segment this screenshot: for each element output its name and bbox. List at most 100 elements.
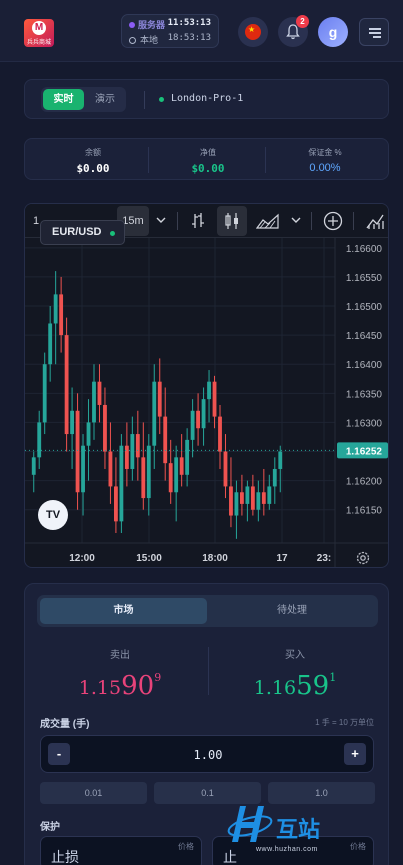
account-bar: 实时 演示 London-Pro-1 [24, 79, 389, 119]
watermark-logo-icon [227, 806, 273, 842]
last-price-label: 1.16252 [346, 446, 383, 457]
account-mode-toggle: 实时 演示 [41, 87, 126, 112]
candle-body [168, 463, 173, 493]
divider [144, 91, 145, 109]
indicators-icon[interactable] [365, 212, 385, 230]
candle-body [245, 486, 250, 504]
chevron-down-icon[interactable] [156, 217, 166, 225]
candle-body [163, 416, 168, 464]
x-tick-label: 23: [317, 553, 331, 564]
connection-status-icon [159, 97, 164, 102]
candle-body [64, 335, 69, 435]
candle-body [267, 486, 272, 504]
candle-body [124, 445, 129, 469]
clock-icon [129, 37, 136, 44]
app-logo[interactable]: M 兵兵商城 [24, 19, 54, 47]
candle-body [135, 434, 140, 458]
stop-loss-label: 止损 [51, 849, 79, 865]
candles-button[interactable] [217, 206, 247, 236]
avatar[interactable]: g [318, 17, 348, 47]
order-type-tabs: 市场 待处理 [37, 595, 378, 627]
watermark: 互站 www.huzhan.com [222, 800, 392, 860]
server-name[interactable]: London-Pro-1 [171, 93, 243, 104]
candle-body [113, 486, 118, 522]
candle-body [234, 492, 239, 516]
candlestick-icon [225, 213, 238, 229]
tab-pending[interactable]: 待处理 [209, 598, 375, 624]
tab-market[interactable]: 市场 [40, 598, 207, 624]
balance-cell: 余额 $0.00 [33, 147, 153, 175]
y-tick-label: 1.16400 [346, 360, 383, 371]
candlestick-plot[interactable]: 1.16600 1.16550 1.16500 1.16450 1.16400 1.163… [25, 238, 389, 568]
y-tick-label: 1.16300 [346, 418, 383, 429]
volume-input[interactable]: 1.00 [81, 736, 335, 774]
buy-button[interactable]: 买入 1.16591 [215, 646, 375, 701]
volume-decrease-button[interactable]: - [48, 743, 70, 765]
mode-demo-button[interactable]: 演示 [86, 89, 124, 110]
candle-body [229, 486, 233, 516]
candle-body [48, 323, 53, 365]
volume-label: 成交量 (手) [40, 719, 90, 730]
area-chart-icon[interactable] [256, 213, 280, 229]
candle-body [278, 451, 283, 469]
margin-label: 保证金 % [308, 148, 342, 157]
candle-body [37, 422, 42, 458]
price-chart[interactable]: 1 15m 1.16600 1.16550 1.16500 1.16450 1.1640… [24, 203, 389, 568]
candle-body [196, 410, 201, 429]
tradingview-logo[interactable]: TV [38, 500, 68, 530]
stop-loss-field[interactable]: 止损 价格 [40, 836, 202, 865]
candle-body [261, 492, 266, 504]
candle-body [31, 457, 36, 475]
volume-hint: 1 手 = 10 万单位 [315, 718, 374, 727]
candle-body [130, 434, 135, 469]
protection-label: 保护 [40, 822, 60, 833]
sell-price: 1.15909 [78, 671, 162, 701]
x-tick-label: 12:00 [69, 553, 95, 564]
gear-icon[interactable] [355, 550, 371, 566]
sell-button[interactable]: 卖出 1.15909 [40, 646, 200, 701]
candle-body [256, 492, 261, 510]
candle-body [174, 457, 179, 493]
server-time-row: 服务器 11:53:13 [129, 18, 215, 32]
margin-cell: 保证金 % 0.00% [265, 147, 385, 174]
divider [208, 647, 209, 695]
candle-body [185, 439, 190, 475]
logo-mark: M [32, 21, 46, 35]
volume-increase-button[interactable]: + [344, 743, 366, 765]
symbol-name: EUR/USD [52, 226, 102, 238]
market-open-icon [110, 231, 115, 236]
language-button[interactable] [238, 17, 268, 47]
candle-body [86, 422, 91, 446]
mode-live-button[interactable]: 实时 [43, 89, 84, 110]
candle-body [103, 404, 107, 452]
watermark-text: 互站 [276, 818, 321, 843]
margin-value: 0.00% [309, 162, 341, 174]
candle-body [70, 410, 75, 435]
y-tick-label: 1.16150 [346, 506, 383, 517]
y-tick-label: 1.16550 [346, 273, 383, 284]
quick-volume-0-01[interactable]: 0.01 [40, 782, 147, 804]
clock-widget: 服务器 11:53:13 本地 18:53:13 [121, 14, 219, 48]
bar-chart-icon[interactable] [190, 212, 206, 230]
server-time: 11:53:13 [167, 18, 211, 28]
add-indicator-icon[interactable] [323, 211, 343, 231]
balance-label: 余额 [85, 148, 101, 157]
top-bar: M 兵兵商城 服务器 11:53:13 本地 18:53:13 2 g [0, 0, 403, 62]
candle-body [179, 457, 184, 475]
equity-label: 净值 [200, 148, 216, 157]
symbol-label[interactable]: EUR/USD [40, 220, 125, 245]
equity-value: $0.00 [191, 162, 225, 175]
menu-button[interactable] [359, 18, 389, 46]
candle-body [146, 445, 151, 499]
candle-body [81, 445, 85, 493]
candle-body [119, 445, 124, 522]
candle-body [53, 294, 58, 324]
server-time-label: 服务器 [138, 20, 166, 30]
local-time-row: 本地 18:53:13 [129, 33, 215, 47]
chevron-down-icon[interactable] [291, 217, 301, 225]
candle-body [108, 451, 113, 487]
candle-body [152, 381, 157, 446]
balance-value: $0.00 [76, 162, 110, 175]
candle-body [223, 451, 228, 487]
price-hint: 价格 [178, 842, 194, 851]
